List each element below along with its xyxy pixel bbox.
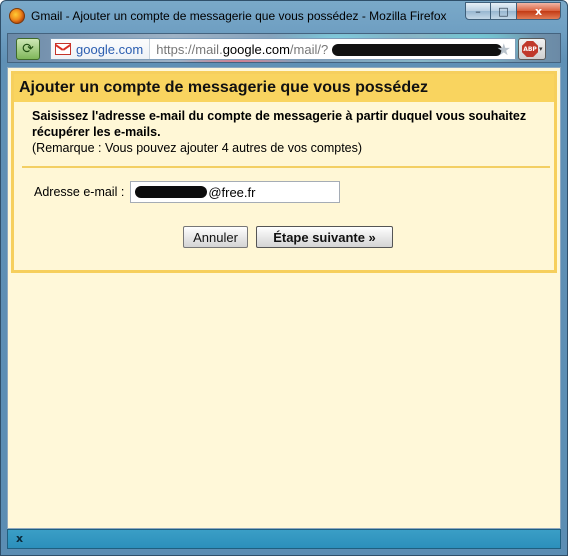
browser-window: Gmail - Ajouter un compte de messagerie … — [0, 0, 568, 556]
site-identity-button[interactable]: ⟳ — [16, 38, 40, 60]
maximize-button[interactable]: □ — [491, 2, 517, 20]
maximize-icon: □ — [498, 4, 509, 18]
window-controls: – □ x — [465, 2, 561, 20]
title-bar[interactable]: Gmail - Ajouter un compte de messagerie … — [1, 1, 567, 31]
url-suffix: /mail/? — [289, 41, 329, 57]
star-icon[interactable]: ★ — [497, 40, 511, 60]
instruction-text: Saisissez l'adresse e-mail du compte de … — [32, 109, 527, 139]
dialog-body: Saisissez l'adresse e-mail du compte de … — [14, 102, 554, 156]
firefox-icon[interactable] — [9, 8, 25, 24]
email-domain-text: @free.fr — [208, 184, 256, 200]
dialog-title: Ajouter un compte de messagerie que vous… — [19, 79, 428, 96]
add-account-dialog: Ajouter un compte de messagerie que vous… — [11, 71, 557, 273]
url-prefix: https://mail. — [156, 41, 223, 57]
page-content: Ajouter un compte de messagerie que vous… — [7, 67, 561, 529]
window-title: Gmail - Ajouter un compte de messagerie … — [31, 9, 447, 23]
minimize-icon: – — [475, 4, 481, 18]
dialog-buttons: Annuler Étape suivante » — [183, 226, 393, 248]
close-icon: x — [534, 4, 543, 18]
navigation-bar: ⟳ google.com https://mail.google.com/mai… — [7, 33, 561, 63]
identity-box[interactable]: google.com — [51, 39, 151, 59]
address-bar[interactable]: google.com https://mail.google.com/mail/… — [50, 38, 516, 60]
email-label: Adresse e-mail : — [34, 185, 125, 199]
note-text: (Remarque : Vous pouvez ajouter 4 autres… — [32, 141, 363, 155]
cancel-button[interactable]: Annuler — [183, 226, 248, 248]
email-row: Adresse e-mail : @free.fr — [34, 181, 341, 203]
close-icon[interactable]: x — [16, 532, 23, 545]
identity-label: google.com — [76, 41, 144, 57]
redacted-url-part — [332, 44, 503, 57]
close-button[interactable]: x — [517, 2, 561, 20]
divider — [22, 166, 550, 168]
gmail-icon — [55, 43, 71, 55]
email-field[interactable]: @free.fr — [130, 181, 341, 203]
next-step-button[interactable]: Étape suivante » — [256, 226, 393, 248]
url-text[interactable]: https://mail.google.com/mail/? — [150, 41, 503, 57]
adblock-button[interactable]: ABP ▾ — [518, 38, 546, 60]
site-identity-icon: ⟳ — [22, 41, 34, 57]
url-domain: google.com — [222, 41, 290, 57]
adblock-plus-icon: ABP — [522, 41, 538, 57]
chevron-down-icon[interactable]: ▾ — [539, 45, 543, 53]
redacted-email-part — [135, 186, 208, 198]
status-bar: x — [7, 529, 561, 549]
minimize-button[interactable]: – — [465, 2, 491, 20]
dialog-header: Ajouter un compte de messagerie que vous… — [14, 74, 554, 102]
